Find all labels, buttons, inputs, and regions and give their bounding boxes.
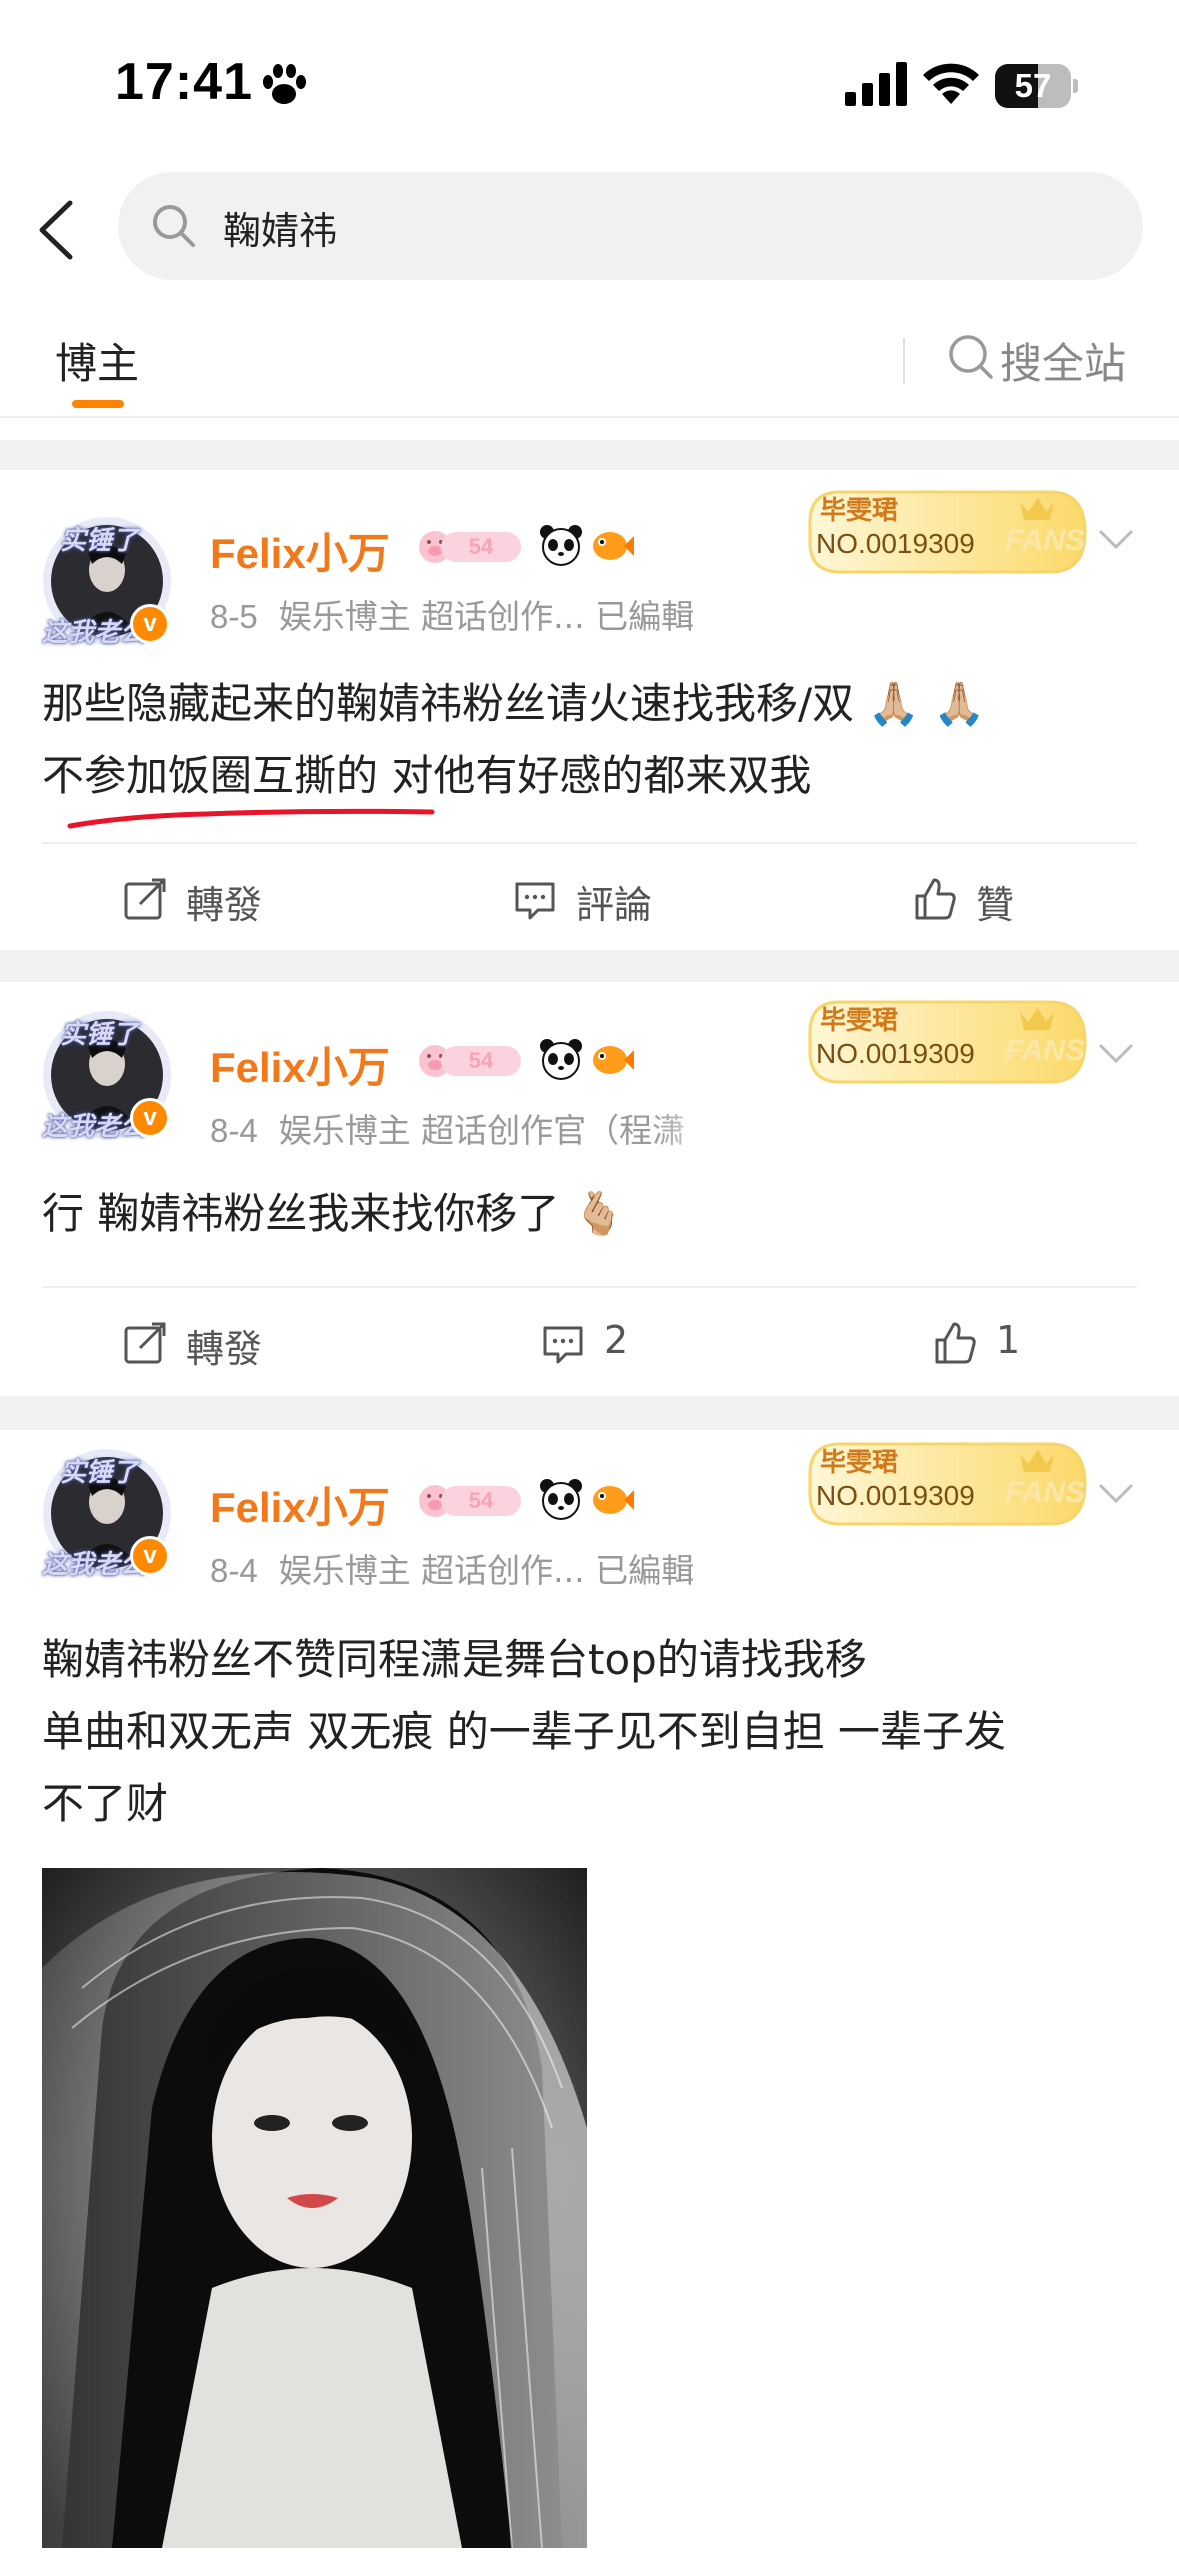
post-card[interactable]: 实锤了 这我老公 v Felix小万 54 毕雯珺 NO.0019309 FAN… <box>0 982 1179 1396</box>
cellular-signal-icon <box>845 62 907 106</box>
section-divider <box>0 950 1179 982</box>
search-query: 鞠婧祎 <box>223 209 338 253</box>
repost-icon <box>124 1322 166 1364</box>
tab-bloggers[interactable]: 博主 <box>55 330 139 391</box>
post-image[interactable] <box>42 1868 587 2548</box>
post-author-info: 娱乐博主 超话创作... 已編輯 <box>278 597 695 636</box>
search-input[interactable]: 鞠婧祎 <box>118 172 1143 280</box>
section-divider <box>0 1396 1179 1430</box>
username[interactable]: Felix小万 <box>210 520 390 581</box>
post-date: 8-4 <box>210 1552 258 1589</box>
search-icon <box>949 335 993 379</box>
username[interactable]: Felix小万 <box>210 1034 390 1095</box>
level-number: 54 <box>441 1046 521 1076</box>
post-text-line: 行 鞠婧祎粉丝我来找你移了 🫰🏼 <box>42 1189 625 1238</box>
post-author-info: 娱乐博主 超话创作官（程潇 <box>278 1111 686 1150</box>
post-card[interactable]: 实锤了 这我老公 v Felix小万 54 毕雯珺 NO.0019309 FAN… <box>0 470 1179 950</box>
post-text-line: 不参加饭圈互撕的 对他有好感的都来双我 <box>42 751 812 800</box>
post-date: 8-4 <box>210 1112 258 1149</box>
fan-badge-name: 毕雯珺 <box>820 496 899 526</box>
fan-badge[interactable]: 毕雯珺 NO.0019309 FANS <box>800 1434 1092 1534</box>
like-label: 贊 <box>976 883 1015 927</box>
post-text-line: 鞠婧祎粉丝不赞同程潇是舞台top的请找我移 <box>42 1635 867 1684</box>
panda-icon <box>540 1039 582 1080</box>
fan-badge-name: 毕雯珺 <box>820 1006 899 1036</box>
verified-badge-icon: v <box>130 1098 170 1138</box>
avatar-frame-text: 实锤了 <box>60 526 139 556</box>
status-bar: 17:41 57 <box>0 0 1179 170</box>
fan-badge-name: 毕雯珺 <box>820 1448 899 1478</box>
red-underline-annotation <box>67 808 435 829</box>
level-badge: 54 <box>415 524 527 568</box>
avatar[interactable]: 实锤了 这我老公 v <box>38 512 176 650</box>
thumbs-up-icon <box>935 1322 976 1364</box>
fan-badge-label: FANS <box>1005 1034 1086 1067</box>
post-card[interactable]: 实锤了 这我老公 v Felix小万 54 毕雯珺 NO.0019309 FAN… <box>0 1430 1179 2556</box>
status-time: 17:41 <box>115 53 253 111</box>
comment-icon <box>543 1326 583 1364</box>
fish-icon <box>593 1046 634 1074</box>
post-text-line: 单曲和双无声 双无痕 的一辈子见不到自担 一辈子发 <box>42 1707 1007 1756</box>
battery-level: 57 <box>1014 67 1052 104</box>
fan-badge-number: NO.0019309 <box>816 1038 975 1069</box>
fan-badge-number: NO.0019309 <box>816 1480 975 1511</box>
chevron-down-icon[interactable] <box>1098 1042 1134 1066</box>
verified-badge-icon: v <box>130 1536 170 1576</box>
chevron-down-icon[interactable] <box>1098 1482 1134 1506</box>
wifi-icon <box>923 63 979 104</box>
panda-icon <box>540 1479 582 1520</box>
tab-bar: 博主 搜全站 <box>0 300 1179 418</box>
back-arrow-icon[interactable] <box>30 195 80 265</box>
fan-badge-label: FANS <box>1005 524 1086 557</box>
avatar-frame-text: 实锤了 <box>60 1020 139 1050</box>
search-whole-site-label: 搜全站 <box>1000 339 1127 388</box>
comment-count: 2 <box>604 1318 629 1362</box>
fan-badge-number: NO.0019309 <box>816 528 975 559</box>
panda-icon <box>540 525 582 566</box>
fish-icon <box>593 532 634 560</box>
fish-icon <box>593 1486 634 1514</box>
post-author-info: 娱乐博主 超话创作... 已編輯 <box>278 1551 695 1590</box>
portrait-photo <box>42 1868 587 2548</box>
avatar[interactable]: 实锤了 这我老公 v <box>38 1006 176 1144</box>
repost-label: 轉發 <box>186 883 263 927</box>
level-badge: 54 <box>415 1478 527 1522</box>
search-icon <box>153 205 195 247</box>
chevron-down-icon[interactable] <box>1098 528 1134 552</box>
comment-icon <box>515 882 555 920</box>
post-text-line: 那些隐藏起来的鞠婧祎粉丝请火速找我移/双 🙏🏼 🙏🏼 <box>42 679 986 728</box>
thumbs-up-icon <box>915 878 956 920</box>
level-badge: 54 <box>415 1038 527 1082</box>
divider <box>903 338 905 384</box>
level-number: 54 <box>441 532 521 562</box>
post-text[interactable]: 行 鞠婧祎粉丝我来找你移了 🫰🏼 <box>42 1178 1142 1250</box>
post-text-line: 不了财 <box>42 1779 169 1828</box>
post-meta: 8-5 娱乐博主 超话创作... 已編輯 <box>210 590 694 638</box>
fan-badge[interactable]: 毕雯珺 NO.0019309 FANS <box>800 992 1092 1092</box>
post-actions: 轉發 評論 贊 <box>42 842 1137 950</box>
battery-icon: 57 <box>995 64 1078 108</box>
post-text[interactable]: 鞠婧祎粉丝不赞同程潇是舞台top的请找我移 单曲和双无声 双无痕 的一辈子见不到… <box>42 1624 1142 1840</box>
tab-active-indicator <box>72 400 124 408</box>
post-text[interactable]: 那些隐藏起来的鞠婧祎粉丝请火速找我移/双 🙏🏼 🙏🏼 不参加饭圈互撕的 对他有好… <box>42 668 1142 812</box>
paw-icon <box>263 64 306 104</box>
username[interactable]: Felix小万 <box>210 1474 390 1535</box>
verified-badge-icon: v <box>130 604 170 644</box>
post-date: 8-5 <box>210 598 258 635</box>
avatar-frame-text: 实锤了 <box>60 1458 139 1488</box>
post-meta: 8-4 娱乐博主 超话创作... 已編輯 <box>210 1544 694 1592</box>
fan-badge[interactable]: 毕雯珺 NO.0019309 FANS <box>800 482 1092 582</box>
post-meta: 8-4 娱乐博主 超话创作官（程潇 <box>210 1104 730 1152</box>
comment-label: 評論 <box>576 883 653 927</box>
repost-label: 轉發 <box>186 1327 263 1371</box>
repost-icon <box>124 878 166 920</box>
section-divider <box>0 440 1179 470</box>
level-number: 54 <box>441 1486 521 1516</box>
fan-badge-label: FANS <box>1005 1476 1086 1509</box>
avatar[interactable]: 实锤了 这我老公 v <box>38 1444 176 1582</box>
post-actions: 轉發 2 1 <box>42 1286 1137 1394</box>
like-count: 1 <box>996 1318 1021 1362</box>
